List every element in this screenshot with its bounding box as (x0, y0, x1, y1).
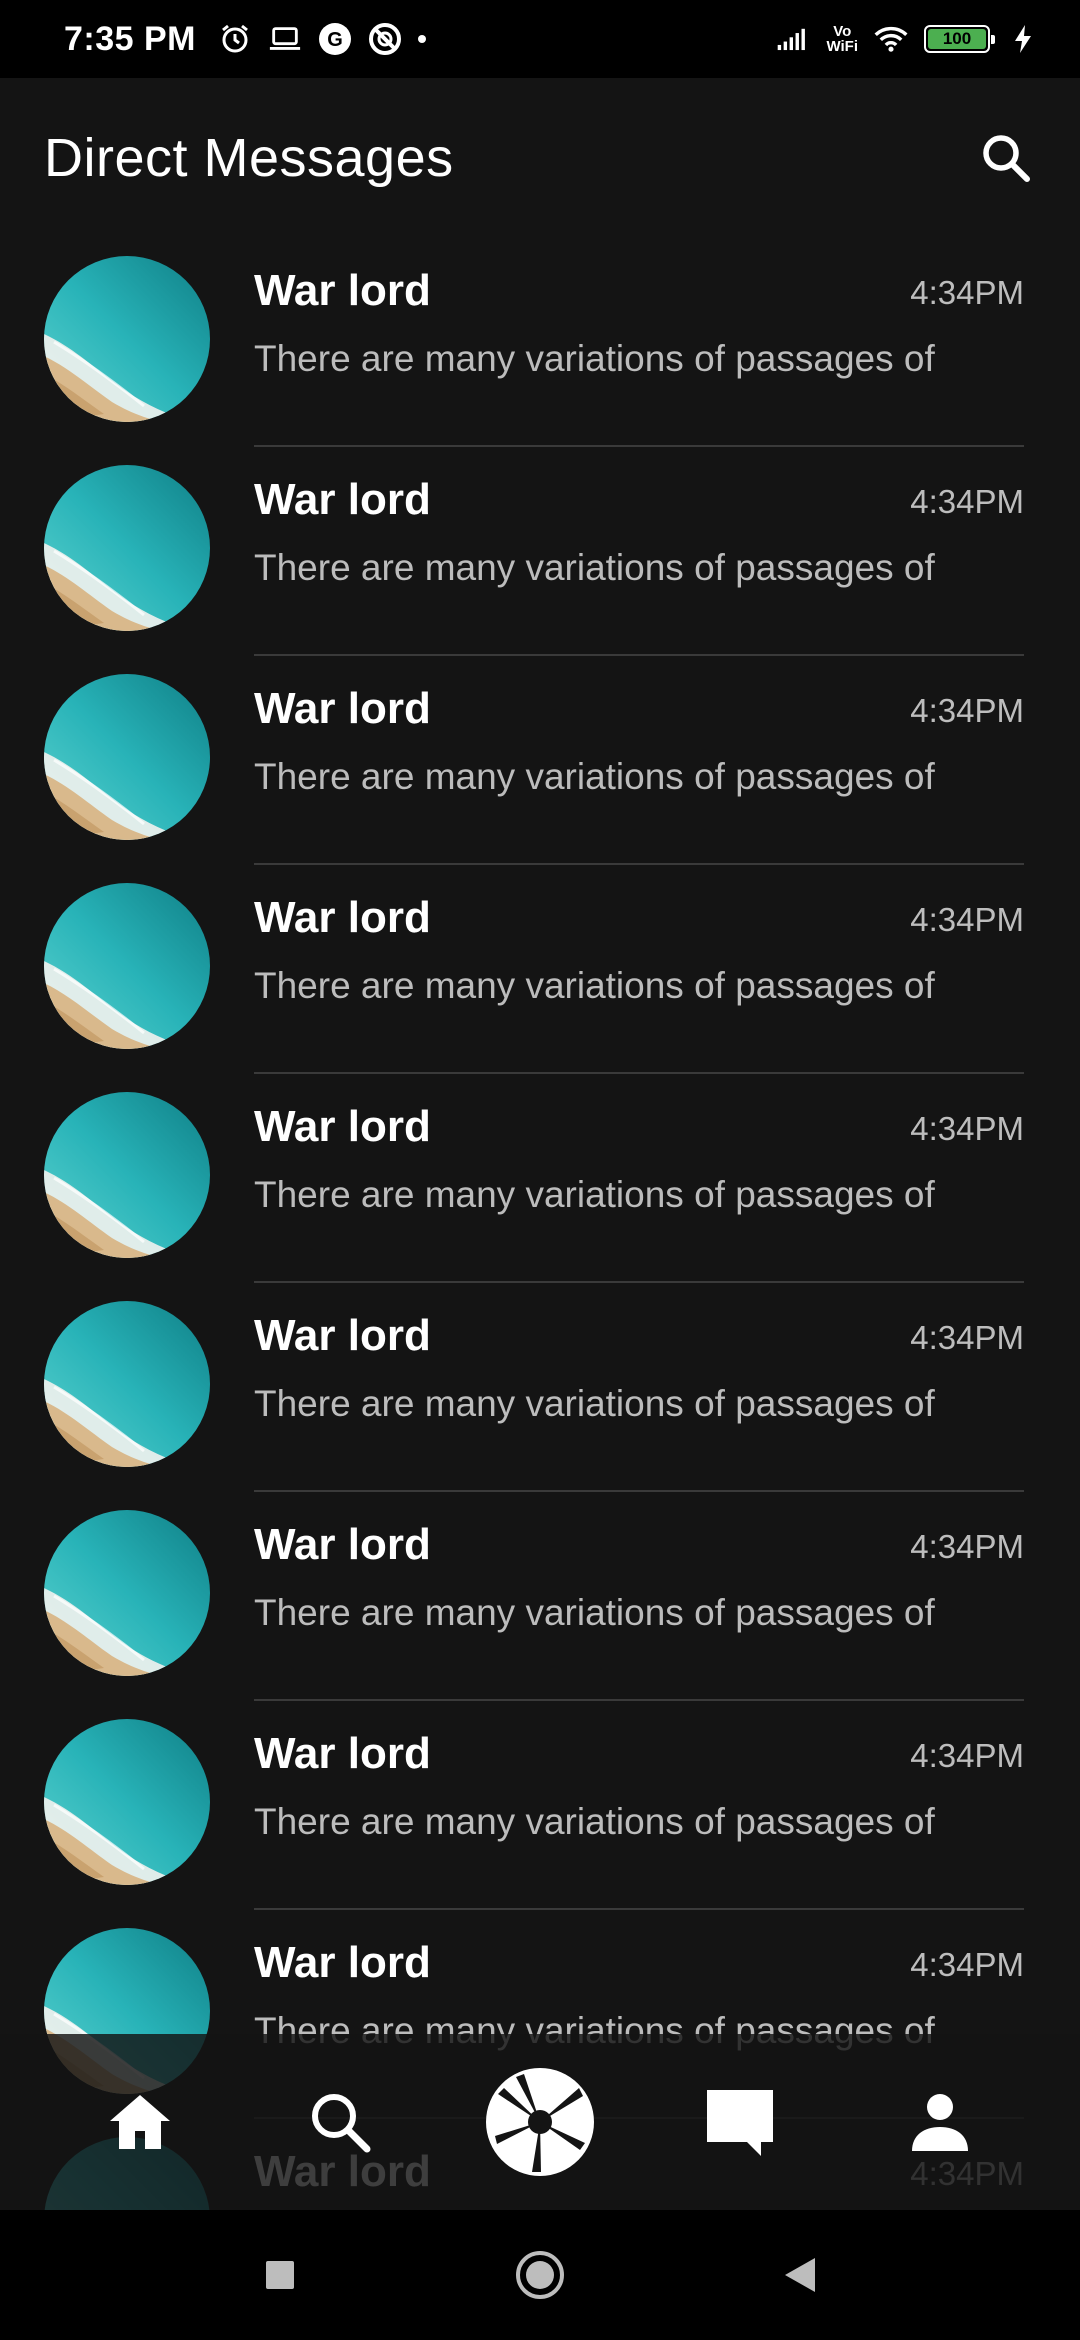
battery-level: 100 (928, 29, 986, 49)
signal-icon (776, 22, 810, 56)
contact-name: War lord (254, 1729, 431, 1778)
vowifi-icon: Vo WiFi (826, 24, 858, 54)
message-row-body: War lord 4:34PM There are many variation… (254, 1283, 1024, 1492)
bottom-nav (0, 2034, 1080, 2210)
chat-icon (707, 2090, 773, 2156)
contact-name: War lord (254, 893, 431, 942)
status-time: 7:35 PM (64, 19, 196, 58)
avatar[interactable] (44, 1092, 210, 1258)
battery-icon: 100 (924, 25, 995, 53)
message-row-body: War lord 4:34PM There are many variation… (254, 865, 1024, 1074)
status-icons-left: G (218, 22, 426, 56)
message-preview: There are many variations of passages of (254, 1801, 935, 1842)
square-icon (266, 2261, 294, 2289)
avatar[interactable] (44, 883, 210, 1049)
search-icon (312, 2094, 371, 2153)
avatar[interactable] (44, 1510, 210, 1676)
app-header: Direct Messages (0, 78, 1080, 238)
system-nav-bar (0, 2210, 1080, 2340)
message-time: 4:34PM (910, 1528, 1024, 1565)
message-time: 4:34PM (910, 1110, 1024, 1147)
avatar[interactable] (44, 465, 210, 631)
contact-name: War lord (254, 1102, 431, 1151)
contact-name: War lord (254, 684, 431, 733)
message-row[interactable]: War lord 4:34PM There are many variation… (0, 447, 1080, 656)
message-preview: There are many variations of passages of (254, 965, 935, 1006)
message-preview: There are many variations of passages of (254, 1383, 935, 1424)
message-row-body: War lord 4:34PM There are many variation… (254, 238, 1024, 447)
message-row-body: War lord 4:34PM There are many variation… (254, 1492, 1024, 1701)
nav-search[interactable] (280, 2062, 400, 2182)
home-system-button[interactable] (510, 2245, 570, 2305)
g-app-icon: G (318, 22, 352, 56)
page-title: Direct Messages (44, 128, 454, 188)
circle-icon (516, 2251, 564, 2299)
message-row-body: War lord 4:34PM There are many variation… (254, 447, 1024, 656)
nav-home[interactable] (80, 2062, 200, 2182)
home-icon (110, 2095, 170, 2149)
search-button[interactable] (976, 128, 1036, 188)
message-preview: There are many variations of passages of (254, 756, 935, 797)
contact-name: War lord (254, 266, 431, 315)
avatar[interactable] (44, 1301, 210, 1467)
message-preview: There are many variations of passages of (254, 547, 935, 588)
status-icons-right: Vo WiFi 100 (776, 22, 1040, 56)
back-triangle-icon (785, 2258, 815, 2292)
app-screen: 7:35 PM G Vo WiFi 100 Direct Messages Wa… (0, 0, 1080, 2340)
search-icon (983, 135, 1030, 182)
wifi-icon (874, 22, 908, 56)
no-entry-icon (368, 22, 402, 56)
message-time: 4:34PM (910, 1737, 1024, 1774)
contact-name: War lord (254, 475, 431, 524)
dot-icon (418, 35, 426, 43)
message-row[interactable]: War lord 4:34PM There are many variation… (0, 1074, 1080, 1283)
recents-button[interactable] (250, 2245, 310, 2305)
message-preview: There are many variations of passages of (254, 338, 935, 379)
status-bar: 7:35 PM G Vo WiFi 100 (0, 0, 1080, 78)
contact-name: War lord (254, 1311, 431, 1360)
message-time: 4:34PM (910, 1946, 1024, 1983)
message-row-body: War lord 4:34PM There are many variation… (254, 656, 1024, 865)
svg-text:G: G (327, 29, 343, 51)
message-time: 4:34PM (910, 692, 1024, 729)
message-time: 4:34PM (910, 1319, 1024, 1356)
message-time: 4:34PM (910, 901, 1024, 938)
alarm-icon (218, 22, 252, 56)
profile-icon (912, 2094, 968, 2151)
message-preview: There are many variations of passages of (254, 1592, 935, 1633)
contact-name: War lord (254, 1520, 431, 1569)
message-row[interactable]: War lord 4:34PM There are many variation… (0, 238, 1080, 447)
back-button[interactable] (770, 2245, 830, 2305)
laptop-icon (268, 22, 302, 56)
message-row[interactable]: War lord 4:34PM There are many variation… (0, 1492, 1080, 1701)
message-row-body: War lord 4:34PM There are many variation… (254, 1701, 1024, 1910)
nav-messages[interactable] (680, 2062, 800, 2182)
message-row[interactable]: War lord 4:34PM There are many variation… (0, 865, 1080, 1074)
message-row[interactable]: War lord 4:34PM There are many variation… (0, 1283, 1080, 1492)
message-list: War lord 4:34PM There are many variation… (0, 238, 1080, 2328)
message-preview: There are many variations of passages of (254, 1174, 935, 1215)
avatar[interactable] (44, 1719, 210, 1885)
avatar[interactable] (44, 674, 210, 840)
contact-name: War lord (254, 1938, 431, 1987)
message-time: 4:34PM (910, 274, 1024, 311)
message-row-body: War lord 4:34PM There are many variation… (254, 1074, 1024, 1283)
charging-icon (1006, 22, 1040, 56)
message-time: 4:34PM (910, 483, 1024, 520)
camera-shutter-icon (486, 2068, 594, 2176)
nav-camera[interactable] (480, 2062, 600, 2182)
vowifi-line2: WiFi (826, 38, 858, 55)
message-row[interactable]: War lord 4:34PM There are many variation… (0, 656, 1080, 865)
avatar[interactable] (44, 256, 210, 422)
nav-profile[interactable] (880, 2062, 1000, 2182)
message-row[interactable]: War lord 4:34PM There are many variation… (0, 1701, 1080, 1910)
